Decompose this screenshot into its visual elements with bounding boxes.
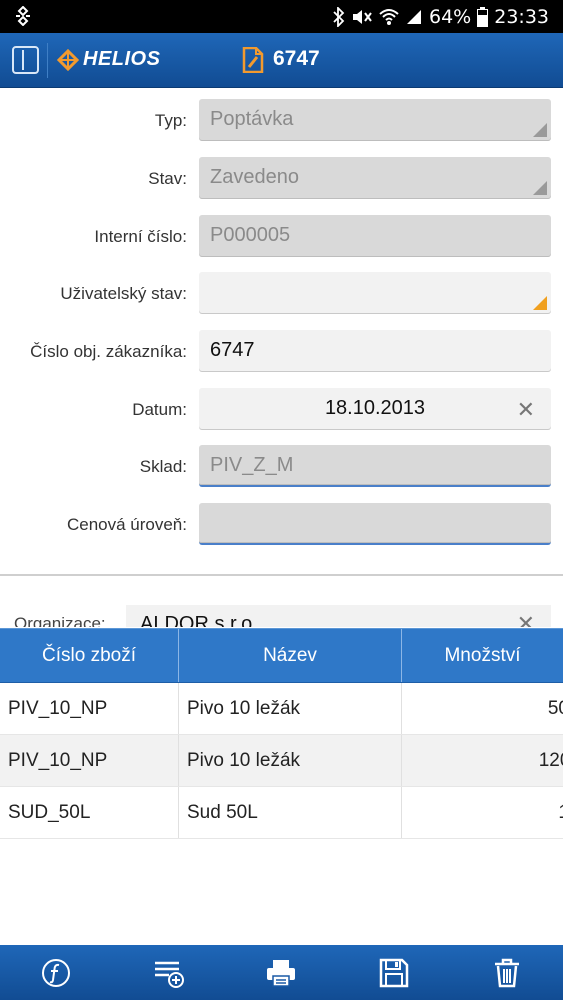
typ-select[interactable]: Poptávka xyxy=(199,99,551,141)
cell-code: SUD_50L xyxy=(0,787,179,838)
battery-icon xyxy=(477,7,489,27)
delete-button[interactable] xyxy=(487,953,527,993)
cell-name: Sud 50L xyxy=(179,787,402,838)
column-header-code[interactable]: Číslo zboží xyxy=(0,629,179,682)
typ-label: Typ: xyxy=(154,111,187,130)
helios-logo: HELIOS xyxy=(57,48,160,71)
dropdown-corner-icon xyxy=(533,296,547,310)
stav-value: Zavedeno xyxy=(210,166,299,188)
sklad-input[interactable]: PIV_Z_M xyxy=(199,445,551,487)
table-row[interactable]: PIV_10_NP Pivo 10 ležák 50 xyxy=(0,683,563,735)
clock: 23:33 xyxy=(494,6,549,28)
form-row-typ: Typ: Poptávka xyxy=(0,99,563,143)
datum-input[interactable]: 18.10.2013 ✕ xyxy=(199,388,551,430)
cell-name: Pivo 10 ležák xyxy=(179,683,402,734)
table-row[interactable]: PIV_10_NP Pivo 10 ležák 1200 xyxy=(0,735,563,787)
stav-label: Stav: xyxy=(148,169,187,188)
cell-qty: 50 xyxy=(402,683,563,734)
clear-date-icon[interactable]: ✕ xyxy=(517,397,535,423)
stav-select[interactable]: Zavedeno xyxy=(199,157,551,199)
cell-name: Pivo 10 ležák xyxy=(179,735,402,786)
list-add-icon xyxy=(154,961,184,988)
save-disk-icon xyxy=(379,958,409,987)
form-row-sklad: Sklad: PIV_Z_M xyxy=(0,445,563,489)
typ-value: Poptávka xyxy=(210,108,294,130)
table-header: Číslo zboží Název Množství xyxy=(0,628,563,683)
cell-code: PIV_10_NP xyxy=(0,683,179,734)
header-divider xyxy=(47,43,48,78)
cell-qty-value: 50 xyxy=(547,697,563,719)
cell-qty: 1 xyxy=(402,787,563,838)
organizace-value: ALDOR s.r.o. xyxy=(140,613,258,627)
form-row-cenova-uroven: Cenová úroveň: xyxy=(0,503,563,547)
dropdown-corner-icon xyxy=(533,181,547,195)
items-table: Číslo zboží Název Množství PIV_10_NP Piv… xyxy=(0,628,563,839)
add-item-button[interactable] xyxy=(149,953,189,993)
column-header-name[interactable]: Název xyxy=(179,629,402,682)
form-row-interni-cislo: Interní číslo: P000005 xyxy=(0,215,563,259)
helios-logo-icon xyxy=(57,48,79,71)
battery-percent: 64% xyxy=(429,6,472,28)
organizace-input[interactable]: ALDOR s.r.o. xyxy=(126,605,551,627)
function-icon xyxy=(42,958,71,987)
datum-label: Datum: xyxy=(132,400,187,419)
app-bar: HELIOS 6747 xyxy=(0,33,563,88)
cenova-uroven-input[interactable] xyxy=(199,503,551,545)
cislo-obj-label: Číslo obj. zákazníka: xyxy=(30,342,187,361)
cell-code: PIV_10_NP xyxy=(0,735,179,786)
datum-value: 18.10.2013 xyxy=(324,397,426,419)
cislo-obj-input[interactable]: 6747 xyxy=(199,330,551,372)
form-row-datum: Datum: 18.10.2013 ✕ xyxy=(0,388,563,432)
table-row[interactable]: SUD_50L Sud 50L 1 xyxy=(0,787,563,839)
cell-qty-value: 1200 xyxy=(538,749,563,771)
interni-cislo-value: P000005 xyxy=(210,224,291,246)
cell-qty-value: 1 xyxy=(558,802,563,824)
wifi-icon xyxy=(379,9,399,25)
document-number: 6747 xyxy=(273,47,320,70)
interni-cislo-label: Interní číslo: xyxy=(94,227,187,246)
section-divider xyxy=(0,574,563,576)
column-header-qty[interactable]: Množství xyxy=(402,629,563,682)
uzivatelsky-stav-label: Uživatelský stav: xyxy=(60,284,187,303)
signal-icon xyxy=(407,10,421,24)
document-edit-icon xyxy=(242,47,264,73)
uzivatelsky-stav-select[interactable] xyxy=(199,272,551,314)
trash-icon xyxy=(494,958,519,987)
cenova-uroven-label: Cenová úroveň: xyxy=(66,515,187,534)
form-row-organizace: Organizace: ALDOR s.r.o. ✕ xyxy=(0,605,563,627)
bluetooth-icon xyxy=(333,7,345,27)
form-row-uzivatelsky-stav: Uživatelský stav: xyxy=(0,272,563,316)
logo-text: HELIOS xyxy=(83,48,161,70)
organizace-label: Organizace: xyxy=(14,614,106,627)
side-panel-toggle-button[interactable] xyxy=(12,46,39,74)
printer-icon xyxy=(267,959,296,987)
clear-organizace-icon[interactable]: ✕ xyxy=(517,611,535,627)
cislo-obj-value: 6747 xyxy=(210,339,255,361)
form-row-stav: Stav: Zavedeno xyxy=(0,157,563,201)
status-bar: 64% 23:33 xyxy=(0,0,563,33)
sklad-label: Sklad: xyxy=(139,457,187,476)
save-button[interactable] xyxy=(374,953,414,993)
mute-icon xyxy=(353,10,372,24)
form-row-cislo-obj: Číslo obj. zákazníka: 6747 xyxy=(0,330,563,374)
sklad-value: PIV_Z_M xyxy=(210,454,294,476)
bottom-toolbar xyxy=(0,945,563,1000)
dropdown-corner-icon xyxy=(533,123,547,137)
interni-cislo-field: P000005 xyxy=(199,215,551,257)
usb-debug-icon xyxy=(16,6,30,26)
function-button[interactable] xyxy=(36,953,76,993)
print-button[interactable] xyxy=(261,953,301,993)
cell-qty: 1200 xyxy=(402,735,563,786)
